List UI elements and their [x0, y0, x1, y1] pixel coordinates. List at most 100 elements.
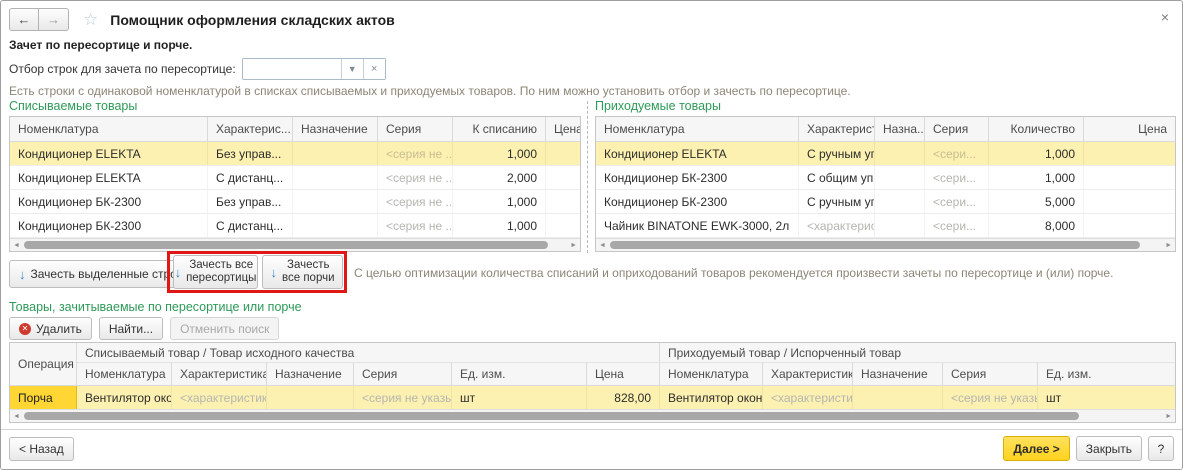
column-header[interactable]: Номенклатура — [596, 117, 799, 141]
cell-price — [546, 142, 580, 165]
table-row[interactable]: Кондиционер ELEKTA С ручным упр... <сери… — [596, 142, 1175, 166]
combo-clear-button[interactable]: × — [363, 59, 385, 79]
column-header[interactable]: К списанию — [453, 117, 546, 141]
regrading-filter-input[interactable] — [243, 59, 341, 79]
close-button[interactable]: Закрыть — [1076, 436, 1142, 461]
table-row[interactable]: Кондиционер ELEKTA Без управ... <серия н… — [10, 142, 580, 166]
table-row[interactable]: Порча Вентилятор окон... <характеристики… — [10, 386, 1175, 409]
writeoff-header-row: Номенклатура Характерис... Назначение Се… — [10, 117, 580, 142]
column-header[interactable]: Ед. изм. — [452, 363, 587, 385]
column-header[interactable]: Характерис... — [208, 117, 293, 141]
help-button[interactable]: ? — [1148, 436, 1174, 461]
cell-price — [546, 214, 580, 237]
table-row[interactable]: Кондиционер ELEKTA С дистанц... <серия н… — [10, 166, 580, 190]
column-header[interactable]: Назначение — [853, 363, 943, 385]
columns-header-row: Номенклатура Характеристика Назначение С… — [77, 363, 1175, 385]
cell-characteristic: С ручным упр... — [799, 142, 875, 165]
cell-nomenclature: Кондиционер ELEKTA — [596, 142, 799, 165]
forward-nav-button[interactable]: → — [39, 8, 69, 31]
combo-dropdown-button[interactable]: ▼ — [341, 59, 363, 79]
column-header[interactable]: Цена — [546, 117, 580, 141]
cell-purpose — [875, 214, 925, 237]
regrading-info-text: Есть строки с одинаковой номенклатурой в… — [9, 84, 851, 98]
close-label: Закрыть — [1086, 442, 1132, 456]
cell-characteristic: Без управ... — [208, 190, 293, 213]
cell-price — [1084, 190, 1175, 213]
h-scrollbar[interactable]: ◄ ► — [596, 238, 1175, 251]
column-header[interactable]: Ед. изм. — [1038, 363, 1175, 385]
cell-unit: шт — [1038, 386, 1175, 409]
table-row[interactable]: Кондиционер БК-2300 С дистанц... <серия … — [10, 214, 580, 238]
close-window-button[interactable]: × — [1157, 10, 1173, 26]
cell-nomenclature: Кондиционер БК-2300 — [596, 166, 799, 189]
cell-nomenclature: Кондиционер БК-2300 — [596, 190, 799, 213]
column-header[interactable]: Характеристика — [763, 363, 853, 385]
scrollbar-thumb[interactable] — [610, 241, 1140, 249]
cell-characteristic: С дистанц... — [208, 214, 293, 237]
optimization-hint-text: С целью оптимизации количества списаний … — [354, 266, 1172, 280]
column-header[interactable]: Серия — [378, 117, 453, 141]
column-header[interactable]: Номенклатура — [660, 363, 763, 385]
scrollbar-thumb[interactable] — [24, 412, 1079, 420]
table-row[interactable]: Кондиционер БК-2300 С ручным упр... <сер… — [596, 190, 1175, 214]
cancel-search-button[interactable]: Отменить поиск — [170, 317, 279, 340]
offset-selected-rows-button[interactable]: ↓ Зачесть выделенные строки — [9, 260, 199, 288]
delete-button[interactable]: ✕ Удалить — [9, 317, 92, 340]
cell-nomenclature: Кондиционер БК-2300 — [10, 190, 208, 213]
cell-characteristic: <характеристики... — [763, 386, 853, 409]
cell-characteristic: С дистанц... — [208, 166, 293, 189]
delete-icon: ✕ — [19, 323, 31, 335]
next-button[interactable]: Далее > — [1003, 436, 1069, 461]
column-header[interactable]: Серия — [354, 363, 452, 385]
offset-down-icon: ↓ — [271, 265, 278, 280]
forward-arrow-icon: → — [47, 12, 60, 27]
column-header[interactable]: Серия — [943, 363, 1038, 385]
h-scrollbar[interactable]: ◄ ► — [10, 409, 1175, 422]
table-row[interactable]: Чайник BINATONE EWK-3000, 2л <характерис… — [596, 214, 1175, 238]
table-row[interactable]: Кондиционер БК-2300 С общим упра... <сер… — [596, 166, 1175, 190]
favorite-star-icon[interactable]: ☆ — [83, 10, 98, 30]
column-header[interactable]: Цена — [1084, 117, 1175, 141]
table-row[interactable]: Кондиционер БК-2300 Без управ... <серия … — [10, 190, 580, 214]
regrading-filter-label: Отбор строк для зачета по пересортице: — [9, 62, 236, 76]
operation-column-header[interactable]: Операция — [10, 343, 77, 385]
cell-price — [1084, 166, 1175, 189]
cell-price — [1084, 142, 1175, 165]
cell-unit: шт — [452, 386, 587, 409]
offset-selected-label: Зачесть выделенные строки — [31, 267, 189, 281]
cell-qty: 1,000 — [989, 142, 1084, 165]
writeoff-group-header[interactable]: Списываемый товар / Товар исходного каче… — [77, 343, 660, 362]
column-header[interactable]: Серия — [925, 117, 989, 141]
offset-all-damage-button[interactable]: ↓ Зачестьвсе порчи — [262, 255, 343, 289]
column-header[interactable]: Цена — [587, 363, 660, 385]
column-header[interactable]: Назначение — [293, 117, 378, 141]
back-nav-button[interactable]: ← — [9, 8, 39, 31]
offset-all-regrading-label: Зачесть всепересортицы — [186, 259, 256, 285]
find-button[interactable]: Найти... — [99, 317, 163, 340]
scroll-right-icon: ► — [1165, 411, 1172, 422]
cell-characteristic: С ручным упр... — [799, 190, 875, 213]
column-header[interactable]: Номенклатура — [10, 117, 208, 141]
cell-series: <серия не ... — [378, 166, 453, 189]
h-scrollbar[interactable]: ◄ ► — [10, 238, 580, 251]
column-header[interactable]: Количество — [989, 117, 1084, 141]
panel-divider — [587, 101, 588, 253]
cell-qty: 1,000 — [453, 190, 546, 213]
cell-purpose — [875, 166, 925, 189]
back-button[interactable]: < Назад — [9, 437, 74, 461]
column-header[interactable]: Характеристика — [172, 363, 267, 385]
offset-all-regrading-button[interactable]: ↓ Зачесть всепересортицы — [173, 255, 258, 289]
column-header[interactable]: Назначение — [267, 363, 354, 385]
window-title: Помощник оформления складских актов — [110, 12, 394, 28]
scrollbar-thumb[interactable] — [24, 241, 548, 249]
column-header[interactable]: Характеристика — [799, 117, 875, 141]
receipt-group-header[interactable]: Приходуемый товар / Испорченный товар — [660, 343, 1175, 362]
regrading-filter-combo: ▼ × — [242, 58, 386, 80]
column-header[interactable]: Назна... — [875, 117, 925, 141]
offset-down-icon: ↓ — [175, 265, 182, 280]
cell-purpose — [267, 386, 354, 409]
cell-qty: 1,000 — [453, 142, 546, 165]
clear-icon: × — [371, 63, 377, 75]
column-header[interactable]: Номенклатура — [77, 363, 172, 385]
scroll-left-icon: ◄ — [13, 411, 20, 422]
